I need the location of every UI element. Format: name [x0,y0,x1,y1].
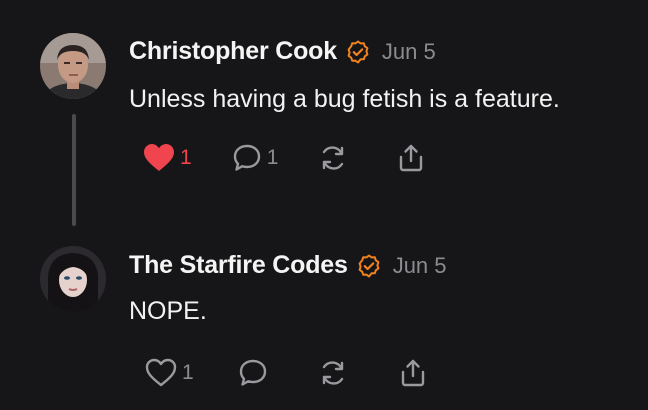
post-header: The Starfire Codes Jun 5 [129,251,447,280]
like-count: 1 [180,146,192,169]
repost-icon [323,146,344,170]
share-icon [401,359,424,387]
repost-button[interactable] [318,358,348,388]
reply-icon [239,359,266,386]
reply-button[interactable]: 1 [232,143,279,173]
post-actions: 1 1 [143,143,426,173]
post-header: Christopher Cook Jun 5 [129,37,436,66]
repost-icon [322,361,343,385]
post-text: NOPE. [129,297,207,325]
verified-badge-icon [346,40,370,64]
heart-icon [144,144,174,171]
post-text: Unless having a bug fetish is a feature. [129,85,560,113]
thread-line [72,114,76,226]
reply-button[interactable] [238,358,268,388]
verified-badge-icon [357,254,381,278]
post-date[interactable]: Jun 5 [393,253,447,279]
post-date[interactable]: Jun 5 [382,39,436,65]
author-name[interactable]: The Starfire Codes [129,251,348,280]
like-button[interactable]: 1 [145,358,194,388]
like-count: 1 [182,361,194,384]
like-button[interactable]: 1 [143,143,192,173]
repost-button[interactable] [318,143,348,173]
reply-count: 1 [266,146,279,169]
reply-icon [233,144,260,171]
post-actions: 1 [145,358,428,388]
heart-icon [145,358,177,387]
avatar[interactable] [40,33,106,99]
author-name[interactable]: Christopher Cook [129,37,337,66]
share-button[interactable] [398,358,428,388]
share-icon [400,144,423,172]
share-button[interactable] [396,143,426,173]
avatar[interactable] [40,246,106,312]
